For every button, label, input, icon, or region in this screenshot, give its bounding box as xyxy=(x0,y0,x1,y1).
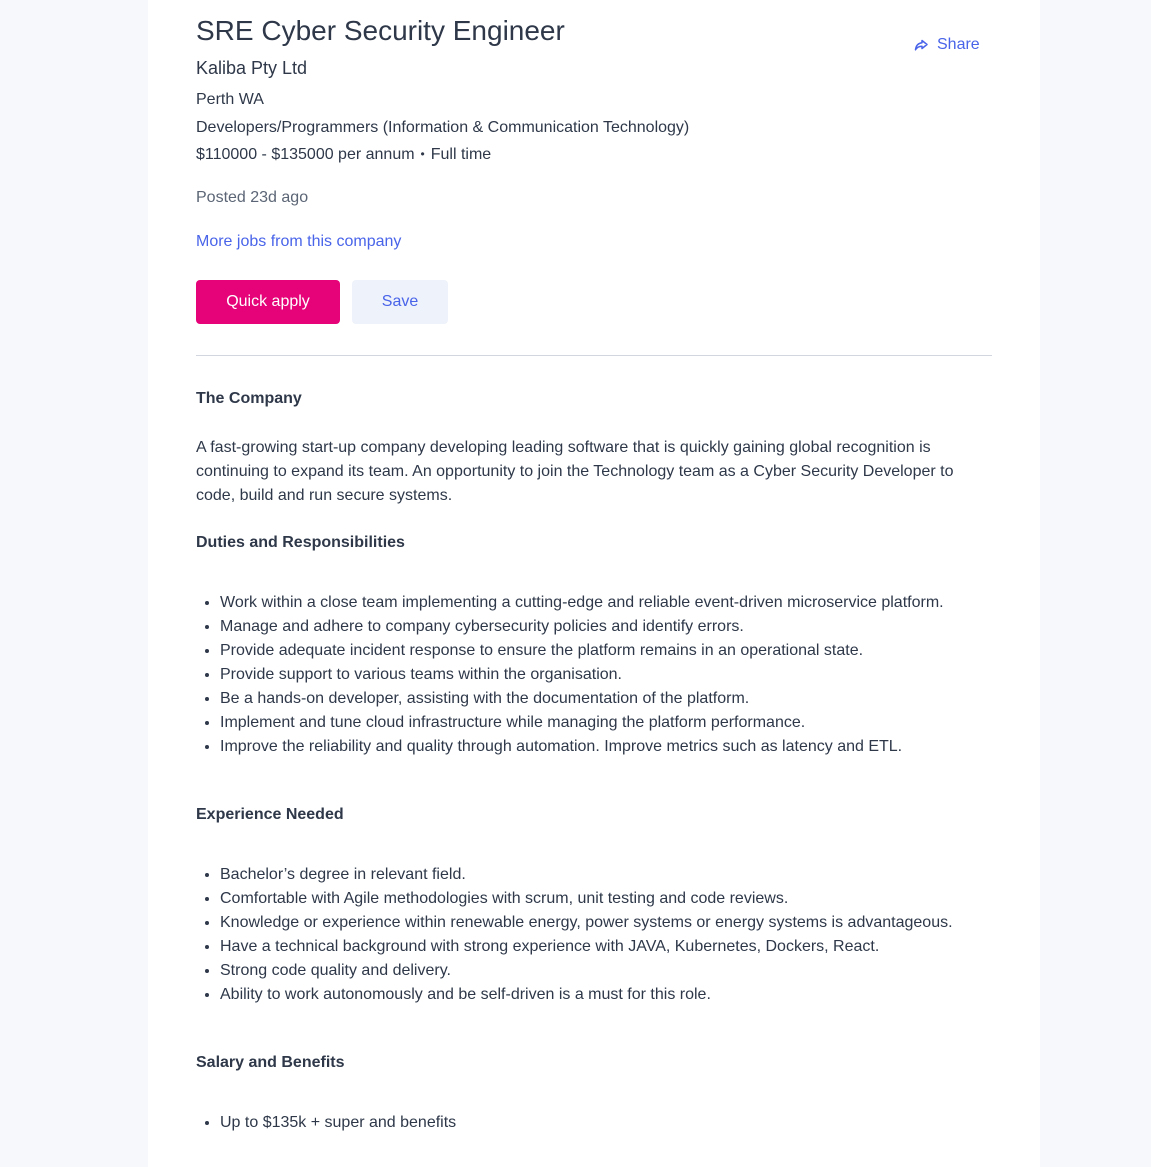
more-jobs-link[interactable]: More jobs from this company xyxy=(196,233,401,251)
duties-heading: Duties and Responsibilities xyxy=(196,534,405,551)
save-button[interactable]: Save xyxy=(352,280,448,324)
list-item: Have a technical background with strong … xyxy=(220,935,953,959)
list-item: Comfortable with Agile methodologies wit… xyxy=(220,887,953,911)
salary-worktype-line: $110000 - $135000 per annum • Full time xyxy=(196,146,491,164)
benefits-list: Up to $135k + super and benefits xyxy=(196,1111,456,1135)
list-item: Up to $135k + super and benefits xyxy=(220,1111,456,1135)
list-item: Bachelor’s degree in relevant field. xyxy=(220,863,953,887)
share-label: Share xyxy=(937,36,980,53)
quick-apply-button[interactable]: Quick apply xyxy=(196,280,340,324)
divider xyxy=(196,355,992,356)
job-category: Developers/Programmers (Information & Co… xyxy=(196,119,690,136)
company-description: A fast-growing start-up company developi… xyxy=(196,439,954,504)
company-name: Kaliba Pty Ltd xyxy=(196,58,308,78)
job-title: SRE Cyber Security Engineer xyxy=(196,15,565,46)
posted-date: Posted 23d ago xyxy=(196,189,309,206)
job-salary: $110000 - $135000 per annum xyxy=(196,146,415,163)
list-item: Knowledge or experience within renewable… xyxy=(220,911,953,935)
job-details-card: SRE Cyber Security Engineer Share Kaliba… xyxy=(148,0,1040,1167)
share-button[interactable]: Share xyxy=(913,34,980,56)
duties-list: Work within a close team implementing a … xyxy=(196,591,944,759)
salary-benefits-heading: Salary and Benefits xyxy=(196,1054,345,1071)
list-item: Manage and adhere to company cybersecuri… xyxy=(220,615,944,639)
list-item: Provide support to various teams within … xyxy=(220,663,944,687)
share-arrow-icon xyxy=(913,37,929,53)
list-item: Ability to work autonomously and be self… xyxy=(220,983,953,1007)
list-item: Improve the reliability and quality thro… xyxy=(220,735,944,759)
experience-list: Bachelor’s degree in relevant field. Com… xyxy=(196,863,953,1007)
job-location: Perth WA xyxy=(196,91,264,108)
list-item: Provide adequate incident response to en… xyxy=(220,639,944,663)
job-work-type: Full time xyxy=(430,146,492,163)
list-item: Implement and tune cloud infrastructure … xyxy=(220,711,944,735)
experience-heading: Experience Needed xyxy=(196,806,344,823)
list-item: Work within a close team implementing a … xyxy=(220,591,944,615)
company-heading: The Company xyxy=(196,390,302,407)
separator-dot: • xyxy=(420,147,425,161)
list-item: Be a hands-on developer, assisting with … xyxy=(220,687,944,711)
list-item: Strong code quality and delivery. xyxy=(220,959,953,983)
